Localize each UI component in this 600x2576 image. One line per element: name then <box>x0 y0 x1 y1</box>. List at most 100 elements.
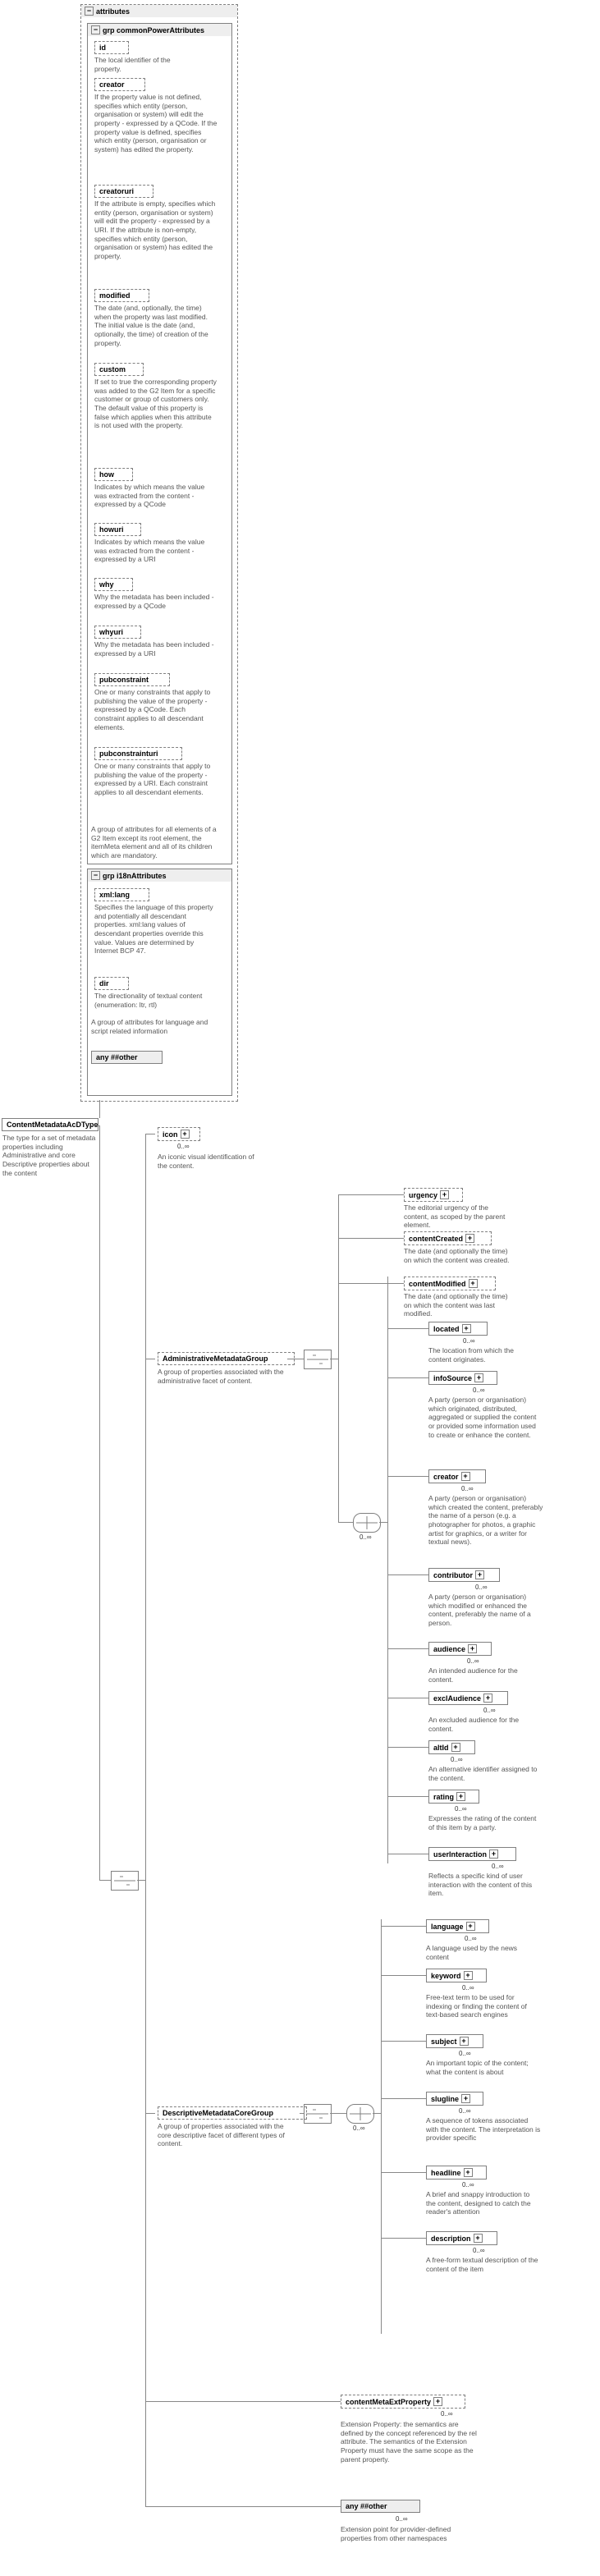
attr-howuri[interactable]: howuri <box>94 523 141 536</box>
grp-admin-label: AdministrativeMetadataGroup <box>163 1354 268 1363</box>
elem-contentmodified[interactable]: contentModified + <box>404 1277 496 1290</box>
attr-why-label: why <box>99 580 114 589</box>
grp-admin[interactable]: AdministrativeMetadataGroup <box>158 1352 295 1365</box>
attr-creatoruri-label: creatoruri <box>99 187 134 195</box>
attr-pubconstraint[interactable]: pubconstraint <box>94 673 170 686</box>
attr-why[interactable]: why <box>94 578 133 591</box>
grp-i18n-header: − grp i18nAttributes <box>88 869 231 882</box>
elem-language-desc: A language used by the news content <box>426 1944 541 1961</box>
attr-whyuri-desc: Why the metadata has been included - exp… <box>94 640 218 658</box>
elem-altid[interactable]: altId + <box>428 1740 475 1754</box>
attr-dir[interactable]: dir <box>94 977 129 990</box>
attributes-header: − attributes <box>81 5 237 17</box>
elem-userinteraction-expand[interactable]: + <box>489 1849 498 1859</box>
elem-subject-occur: 0..∞ <box>459 2050 471 2057</box>
elem-creator2-desc: A party (person or organisation) which c… <box>428 1494 543 1547</box>
elem-ext-label: contentMetaExtProperty <box>346 2398 431 2406</box>
elem-contentcreated-expand[interactable]: + <box>465 1234 474 1243</box>
elem-infosource[interactable]: infoSource + <box>428 1371 497 1385</box>
elem-audience[interactable]: audience + <box>428 1642 492 1656</box>
elem-subject-desc: An important topic of the content; what … <box>426 2059 541 2076</box>
any-other-ns[interactable]: any ##other <box>341 2500 420 2513</box>
elem-contentcreated[interactable]: contentCreated + <box>404 1231 492 1245</box>
elem-slugline[interactable]: slugline + <box>426 2092 483 2106</box>
elem-audience-desc: An intended audience for the content. <box>428 1666 543 1684</box>
attr-modified-label: modified <box>99 291 131 300</box>
elem-creator2-expand[interactable]: + <box>461 1472 470 1481</box>
elem-urgency[interactable]: urgency + <box>404 1188 463 1202</box>
elem-headline-desc: A brief and snappy introduction to the c… <box>426 2190 541 2216</box>
root-type-label: ContentMetadataAcDType <box>7 1121 98 1129</box>
elem-altid-desc: An alternative identifier assigned to th… <box>428 1765 543 1782</box>
elem-icon-label: icon <box>163 1130 178 1139</box>
attr-pubconstrainturi-desc: One or many constraints that apply to pu… <box>94 762 218 797</box>
elem-contentmodified-expand[interactable]: + <box>469 1279 478 1288</box>
elem-located[interactable]: located + <box>428 1322 488 1336</box>
elem-keyword[interactable]: keyword + <box>426 1969 487 1982</box>
attr-xmllang[interactable]: xml:lang <box>94 888 149 901</box>
elem-urgency-expand[interactable]: + <box>440 1190 449 1199</box>
attr-modified[interactable]: modified <box>94 289 149 302</box>
any-other-attr[interactable]: any ##other <box>91 1051 163 1064</box>
elem-altid-expand[interactable]: + <box>451 1743 460 1752</box>
attr-whyuri[interactable]: whyuri <box>94 626 141 639</box>
elem-userinteraction[interactable]: userInteraction + <box>428 1847 516 1861</box>
elem-contributor-expand[interactable]: + <box>475 1570 484 1579</box>
attr-creatoruri[interactable]: creatoruri <box>94 185 153 198</box>
elem-language-occur: 0..∞ <box>465 1935 477 1942</box>
root-type[interactable]: ContentMetadataAcDType <box>2 1118 98 1131</box>
grp-i18n-collapse[interactable]: − <box>91 871 100 880</box>
attr-creatoruri-desc: If the attribute is empty, specifies whi… <box>94 199 218 260</box>
desc-choice <box>346 2104 374 2124</box>
elem-contributor-label: contributor <box>433 1571 473 1579</box>
grp-common-desc: A group of attributes for all elements o… <box>91 825 224 860</box>
attr-creator[interactable]: creator <box>94 78 145 91</box>
elem-slugline-expand[interactable]: + <box>461 2094 470 2103</box>
elem-infosource-label: infoSource <box>433 1374 472 1382</box>
elem-ext-expand[interactable]: + <box>433 2397 442 2406</box>
elem-infosource-desc: A party (person or organisation) which o… <box>428 1396 543 1439</box>
attr-creator-desc: If the property value is not defined, sp… <box>94 93 218 154</box>
elem-headline[interactable]: headline + <box>426 2166 487 2180</box>
elem-audience-expand[interactable]: + <box>468 1644 477 1653</box>
elem-contributor[interactable]: contributor + <box>428 1568 500 1582</box>
elem-headline-expand[interactable]: + <box>464 2168 473 2177</box>
grp-common-collapse[interactable]: − <box>91 25 100 34</box>
elem-icon[interactable]: icon + <box>158 1127 200 1141</box>
attr-custom[interactable]: custom <box>94 363 144 376</box>
elem-rating-desc: Expresses the rating of the content of t… <box>428 1814 543 1831</box>
elem-creator2-label: creator <box>433 1473 459 1481</box>
elem-subject-label: subject <box>431 2037 457 2046</box>
elem-located-expand[interactable]: + <box>462 1324 471 1333</box>
any-other-ns-desc: Extension point for provider-defined pro… <box>341 2525 464 2542</box>
elem-exclaudience[interactable]: exclAudience + <box>428 1691 508 1705</box>
admin-choice-occur: 0..∞ <box>360 1533 372 1541</box>
grp-i18n-label: grp i18nAttributes <box>103 872 167 880</box>
elem-subject-expand[interactable]: + <box>460 2037 469 2046</box>
grp-descriptive[interactable]: DescriptiveMetadataCoreGroup <box>158 2106 307 2120</box>
attributes-label: attributes <box>96 7 130 16</box>
elem-description-expand[interactable]: + <box>474 2234 483 2243</box>
elem-contentmodified-label: contentModified <box>409 1280 466 1288</box>
elem-creator2[interactable]: creator + <box>428 1469 486 1483</box>
elem-contentmetaextproperty[interactable]: contentMetaExtProperty + <box>341 2395 465 2409</box>
elem-icon-expand[interactable]: + <box>181 1130 190 1139</box>
elem-language[interactable]: language + <box>426 1919 489 1933</box>
attr-pubconstrainturi[interactable]: pubconstrainturi <box>94 747 182 760</box>
elem-language-expand[interactable]: + <box>466 1922 475 1931</box>
attributes-collapse[interactable]: − <box>85 7 94 16</box>
elem-rating-expand[interactable]: + <box>456 1792 465 1801</box>
elem-description[interactable]: description + <box>426 2231 497 2245</box>
elem-located-label: located <box>433 1325 460 1333</box>
elem-exclaudience-expand[interactable]: + <box>483 1694 492 1703</box>
elem-keyword-expand[interactable]: + <box>464 1971 473 1980</box>
attr-id[interactable]: id <box>94 41 129 54</box>
elem-icon-occur: 0..∞ <box>177 1143 190 1150</box>
elem-infosource-expand[interactable]: + <box>474 1373 483 1382</box>
attr-pubconstrainturi-label: pubconstrainturi <box>99 749 158 758</box>
attr-how[interactable]: how <box>94 468 133 481</box>
elem-rating[interactable]: rating + <box>428 1790 479 1804</box>
elem-subject[interactable]: subject + <box>426 2034 483 2048</box>
elem-contributor-occur: 0..∞ <box>475 1584 488 1591</box>
elem-contentmodified-desc: The date (and optionally the time) on wh… <box>404 1292 511 1318</box>
